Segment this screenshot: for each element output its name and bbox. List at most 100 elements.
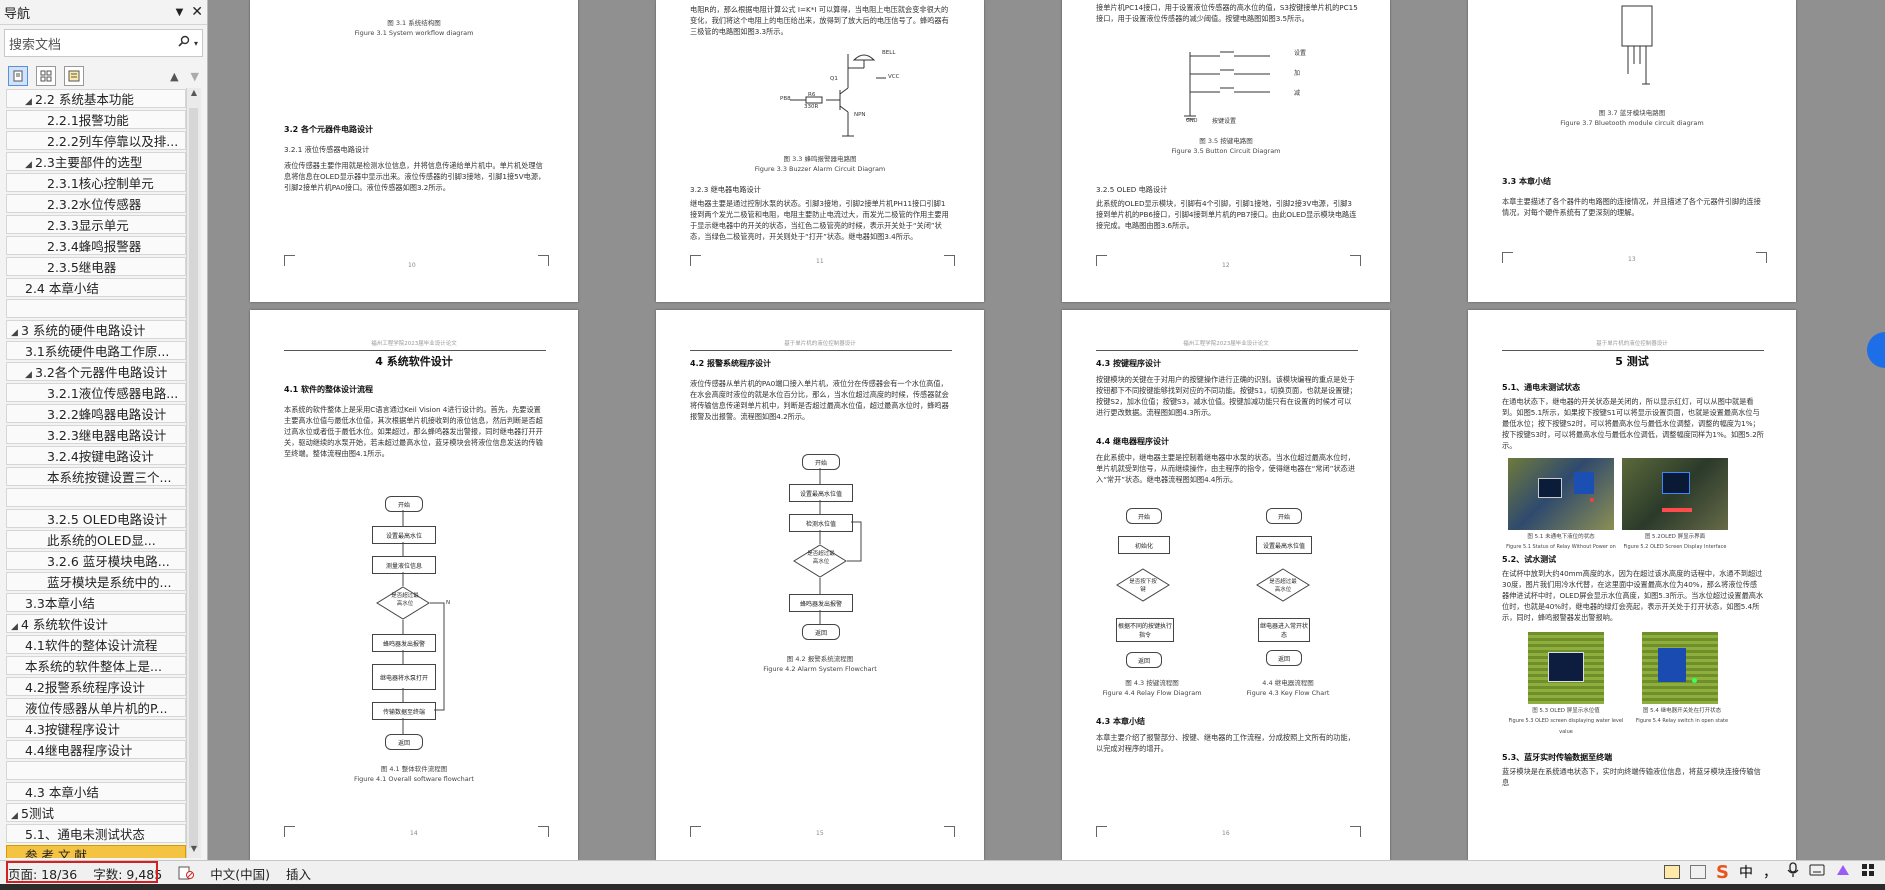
nav-heading-label: 4.4继电器程序设计 xyxy=(25,743,133,758)
nav-search-input[interactable]: 搜索文档 xyxy=(9,34,61,53)
nav-heading-item[interactable]: 3.2.4按键电路设计 xyxy=(6,446,186,465)
nav-heading-item[interactable]: 4.1软件的整体设计流程 xyxy=(6,635,186,654)
reading-view-icon[interactable] xyxy=(1690,865,1707,879)
nav-heading-item[interactable]: 2.3.4蜂鸣报警器 xyxy=(6,236,186,255)
scroll-thumb[interactable] xyxy=(189,108,198,848)
section-heading: 4.3 本章小结 xyxy=(1096,717,1145,726)
scroll-down-icon[interactable]: ▼ xyxy=(187,844,201,858)
fig-caption-en: Figure 5.3 OLED screen displaying water … xyxy=(1508,718,1624,735)
nav-heading-item[interactable]: 3.2.6 蓝牙模块电路... xyxy=(6,551,186,570)
microphone-icon[interactable] xyxy=(1787,862,1799,882)
expand-triangle-icon[interactable]: ◢ xyxy=(25,156,35,170)
skin-icon[interactable] xyxy=(1835,863,1851,881)
crop-mark xyxy=(1096,255,1107,266)
nav-heading-item[interactable]: ◢ 2.2 系统基本功能 xyxy=(6,89,186,108)
header-rule xyxy=(1502,350,1764,351)
flow-step-set: 设置最高水位值 xyxy=(1256,536,1312,554)
flow-step-exec: 根据不同的按键执行指令 xyxy=(1116,618,1174,642)
next-heading-icon[interactable]: ▼ xyxy=(191,70,199,83)
nav-heading-item[interactable]: 本系统的软件整体上是... xyxy=(6,656,186,675)
ime-toolbar: S 中 ， xyxy=(1664,860,1875,884)
nav-heading-item[interactable]: 4.2报警系统程序设计 xyxy=(6,677,186,696)
nav-search-box[interactable]: 搜索文档 ▾ xyxy=(4,29,203,57)
keyboard-icon[interactable] xyxy=(1809,864,1825,880)
nav-heading-label: 2.3.2水位传感器 xyxy=(47,197,142,212)
floating-assistant-icon[interactable] xyxy=(1867,332,1885,368)
document-area[interactable]: 图 3.1 系统结构图 Figure 3.1 System workflow d… xyxy=(208,0,1885,860)
nav-heading-item[interactable]: 参 考 文 献 xyxy=(6,845,186,858)
nav-heading-item[interactable]: 2.2.2列车停靠以及排... xyxy=(6,131,186,150)
insert-mode[interactable]: 插入 xyxy=(278,861,319,885)
bluetooth-module-diagram xyxy=(1621,5,1653,85)
nav-blank-item[interactable] xyxy=(6,299,186,318)
nav-heading-item[interactable]: 3.1系统硬件电路工作原... xyxy=(6,341,186,360)
ime-chinese-mode[interactable]: 中 xyxy=(1739,862,1753,882)
search-options-chevron-icon[interactable]: ▾ xyxy=(194,39,198,48)
nav-heading-item[interactable]: 4.4继电器程序设计 xyxy=(6,740,186,759)
search-icon[interactable] xyxy=(178,35,190,51)
pages-view-tab[interactable] xyxy=(36,66,56,86)
crop-mark xyxy=(538,826,549,837)
scroll-up-icon[interactable]: ▲ xyxy=(187,88,201,102)
nav-heading-item[interactable]: 2.3.3显示单元 xyxy=(6,215,186,234)
running-header: 福州工程学院2023届毕业设计论文 xyxy=(371,341,457,347)
print-layout-icon[interactable] xyxy=(1664,865,1681,879)
nav-heading-item[interactable]: ◢ 2.3主要部件的选型 xyxy=(6,152,186,171)
subsection-heading: 3.2.1 液位传感器电路设计 xyxy=(284,145,370,154)
expand-triangle-icon[interactable]: ◢ xyxy=(11,324,21,338)
nav-heading-item[interactable]: 本系统按键设置三个... xyxy=(6,467,186,486)
expand-triangle-icon[interactable]: ◢ xyxy=(25,366,35,380)
nav-heading-item[interactable]: 3.2.5 OLED电路设计 xyxy=(6,509,186,528)
paragraph: 在此系统中，继电器主要是控制着继电器中水泵的状态。当水位超过最高水位时，单片机就… xyxy=(1096,453,1356,484)
headings-view-tab[interactable] xyxy=(8,66,28,86)
nav-heading-item[interactable]: 3.3本章小结 xyxy=(6,593,186,612)
nav-heading-item[interactable]: 3.2.1液位传感器电路... xyxy=(6,383,186,402)
nav-heading-item[interactable]: 4.3 本章小结 xyxy=(6,782,186,801)
ime-settings-icon[interactable] xyxy=(1861,863,1875,881)
ime-punctuation[interactable]: ， xyxy=(1763,862,1777,882)
nav-heading-item[interactable]: 液位传感器从单片机的P... xyxy=(6,698,186,717)
page-17: 基于单片机的液位控制器设计 5 测试 5.1、通电未测试状态 在通电状态下，继电… xyxy=(1468,310,1796,860)
nav-heading-item[interactable]: ◢ 3.2各个元器件电路设计 xyxy=(6,362,186,381)
navigation-pane: 导航 ▼ ✕ 搜索文档 ▾ ▲ ▼ ◢ 2.2 系统基本功能 2.2.1报警功能 2.… xyxy=(0,0,208,860)
nav-heading-item[interactable]: 2.4 本章小结 xyxy=(6,278,186,297)
nav-heading-item[interactable]: 2.3.5继电器 xyxy=(6,257,186,276)
previous-heading-icon[interactable]: ▲ xyxy=(170,70,178,83)
nav-heading-label: 3 系统的硬件电路设计 xyxy=(21,323,146,338)
label-q1: Q1 xyxy=(830,76,838,82)
nav-heading-item[interactable]: ◢ 3 系统的硬件电路设计 xyxy=(6,320,186,339)
proofing-icon[interactable] xyxy=(170,861,202,885)
nav-heading-item[interactable]: 3.2.3继电器电路设计 xyxy=(6,425,186,444)
section-heading: 5.1、通电未测试状态 xyxy=(1502,383,1581,392)
nav-heading-item[interactable]: 2.2.1报警功能 xyxy=(6,110,186,129)
results-view-tab[interactable] xyxy=(64,66,84,86)
expand-triangle-icon[interactable]: ◢ xyxy=(11,807,21,821)
nav-heading-item[interactable]: 此系统的OLED显... xyxy=(6,530,186,549)
nav-heading-label: 2.4 本章小结 xyxy=(25,281,99,296)
nav-blank-item[interactable] xyxy=(6,488,186,507)
nav-heading-label: 3.1系统硬件电路工作原... xyxy=(25,344,170,359)
language-indicator[interactable]: 中文(中国) xyxy=(202,861,278,885)
nav-heading-item[interactable]: 4.3按键程序设计 xyxy=(6,719,186,738)
expand-triangle-icon[interactable]: ◢ xyxy=(25,93,35,107)
nav-heading-item[interactable]: 2.3.1核心控制单元 xyxy=(6,173,186,192)
nav-dropdown-icon[interactable]: ▼ xyxy=(176,7,184,18)
nav-heading-item[interactable]: 蓝牙模块是系统中的... xyxy=(6,572,186,591)
nav-heading-item[interactable]: 2.3.2水位传感器 xyxy=(6,194,186,213)
expand-triangle-icon[interactable]: ◢ xyxy=(11,618,21,632)
ime-logo-icon[interactable]: S xyxy=(1716,862,1729,883)
nav-title: 导航 xyxy=(4,6,31,22)
paragraph: 在试杯中放到大约40mm高度的水，因为在超过该水高度的话程中，水通不到超过30度… xyxy=(1502,569,1764,622)
nav-heading-item[interactable]: 5.1、通电未测试状态 xyxy=(6,824,186,843)
chapter-title: 5 测试 xyxy=(1615,355,1649,368)
crop-mark xyxy=(1756,252,1767,263)
paragraph: 本系统的软件整体上是采用C语言通过Keil Vision 4进行设计的。首先，先… xyxy=(284,405,543,458)
nav-close-icon[interactable]: ✕ xyxy=(191,4,203,20)
nav-heading-item[interactable]: ◢ 5测试 xyxy=(6,803,186,822)
nav-blank-item[interactable] xyxy=(6,761,186,780)
nav-heading-item[interactable]: ◢ 4 系统软件设计 xyxy=(6,614,186,633)
fig-caption-en: Figure 3.3 Buzzer Alarm Circuit Diagram xyxy=(754,165,886,173)
nav-heading-label: 此系统的OLED显... xyxy=(47,533,156,548)
nav-heading-item[interactable]: 3.2.2蜂鸣器电路设计 xyxy=(6,404,186,423)
nav-scrollbar[interactable]: ▲ ▼ xyxy=(186,88,201,858)
